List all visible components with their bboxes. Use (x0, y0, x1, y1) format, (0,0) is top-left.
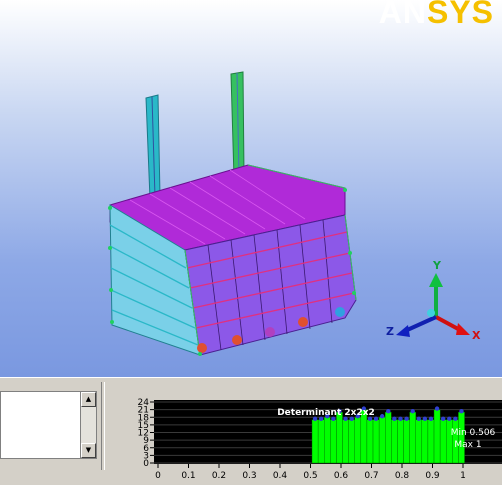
message-scrollbar[interactable]: ▲ ▼ (80, 391, 97, 459)
histogram-bar[interactable] (324, 417, 331, 464)
bar-top-marker (379, 414, 385, 419)
z-axis-label: Z (386, 325, 394, 338)
bar-top-marker (392, 416, 397, 421)
bar-top-marker (410, 408, 415, 414)
bar-top-marker (434, 406, 440, 411)
histogram-bar[interactable] (336, 411, 343, 464)
bar-top-marker (440, 416, 446, 421)
histogram-bar[interactable] (397, 419, 404, 464)
mesh-metric-chart[interactable]: Determinant 2x2x2 Min 0.506 Max 1 0 3 6 9 12… (118, 390, 502, 481)
histogram-bar[interactable] (378, 417, 386, 464)
chart-max-label: Max 1 (454, 440, 481, 450)
histogram-bar[interactable] (433, 409, 441, 464)
histogram-bar[interactable] (391, 419, 398, 464)
histogram-bar[interactable] (415, 419, 423, 464)
scroll-down-button[interactable]: ▼ (81, 443, 96, 458)
axis-triad[interactable]: Y X Z (380, 255, 500, 355)
bar-top-marker (416, 416, 421, 421)
z-axis-arrow (404, 315, 437, 333)
x-axis-label: X (472, 329, 481, 342)
chart-min-label: Min 0.506 (451, 428, 496, 438)
histogram-bar[interactable] (421, 419, 429, 464)
bar-top-marker (404, 416, 409, 421)
panel-divider (101, 382, 105, 470)
y-tick-label: 24 (138, 398, 150, 408)
message-text-area[interactable] (0, 391, 81, 459)
triad-origin (427, 309, 435, 317)
bar-top-marker (447, 416, 452, 421)
histogram-bar[interactable] (354, 417, 362, 464)
bar-top-marker (422, 416, 428, 421)
down-arrow-icon: ▼ (85, 446, 92, 454)
bar-top-marker (459, 408, 464, 414)
chart-title: Determinant 2x2x2 (277, 408, 375, 418)
bar-top-marker (398, 416, 403, 421)
status-panel: ▲ ▼ Determinant 2x2x2 Min 0.506 Max 1 03… (0, 377, 502, 481)
histogram-bar[interactable] (342, 419, 349, 464)
scroll-up-button[interactable]: ▲ (81, 392, 96, 407)
x-axis-arrow (435, 315, 461, 332)
histogram-bar[interactable] (330, 419, 337, 464)
bar-top-marker (428, 416, 434, 421)
histogram-bar[interactable] (403, 419, 410, 464)
histogram-bar[interactable] (311, 419, 319, 464)
histogram-bar[interactable] (372, 419, 380, 464)
histogram-bar[interactable] (409, 411, 416, 464)
histogram-bar[interactable] (348, 419, 355, 464)
histogram-bar[interactable] (439, 419, 447, 464)
y-axis-label: Y (432, 259, 442, 272)
bar-top-marker (386, 408, 391, 414)
histogram-bar[interactable] (427, 419, 435, 464)
histogram-bar[interactable] (385, 411, 392, 464)
histogram-bar[interactable] (317, 419, 325, 464)
histogram-bar[interactable] (446, 419, 453, 464)
bar-top-marker (453, 416, 458, 421)
up-arrow-icon: ▲ (85, 395, 92, 403)
graphics-viewport[interactable]: ANSYS Y X Z (0, 0, 502, 377)
histogram-bar[interactable] (366, 419, 374, 464)
